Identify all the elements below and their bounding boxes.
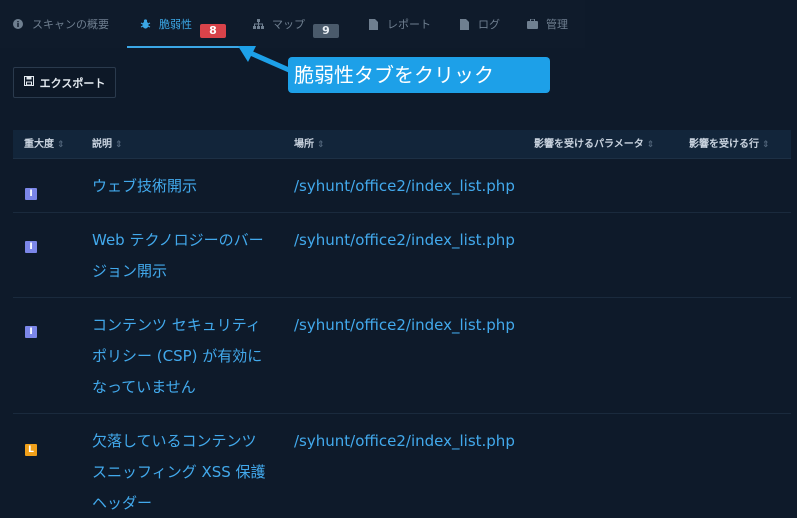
briefcase-icon <box>526 18 538 30</box>
vulnerability-count-badge: 8 <box>200 24 226 38</box>
vulnerability-location[interactable]: /syhunt/office2/index_list.php <box>294 225 515 256</box>
table-row[interactable]: L 欠落しているコンテンツ スニッフィング XSS 保護 ヘッダー /syhun… <box>13 414 791 518</box>
sort-icon: ⇕ <box>646 140 655 150</box>
severity-badge: I <box>25 326 37 338</box>
tab-bar: スキャンの概要 脆弱性 8 マップ 9 レポート ログ 管理 <box>0 0 585 48</box>
callout-arrow-icon <box>238 46 291 73</box>
vulnerability-location[interactable]: /syhunt/office2/index_list.php <box>294 426 515 457</box>
severity-badge: L <box>25 444 37 456</box>
tab-scan-overview[interactable]: スキャンの概要 <box>0 0 127 48</box>
column-header-affected-line[interactable]: 影響を受ける行 ⇕ <box>689 130 770 159</box>
vulnerability-description[interactable]: ウェブ技術開示 <box>92 171 282 202</box>
sort-icon: ⇕ <box>762 140 770 150</box>
tab-vulnerabilities[interactable]: 脆弱性 8 <box>127 0 240 48</box>
file-icon <box>367 18 379 30</box>
vulnerability-description[interactable]: コンテンツ セキュリティ ポリシー (CSP) が有効に なっていません <box>92 310 282 403</box>
callout-annotation: 脆弱性タブをクリック <box>288 57 550 93</box>
column-header-location[interactable]: 場所 ⇕ <box>294 130 325 159</box>
table-row[interactable]: I コンテンツ セキュリティ ポリシー (CSP) が有効に なっていません /… <box>13 298 791 414</box>
tab-label: 脆弱性 <box>159 18 192 31</box>
map-count-badge: 9 <box>313 24 339 38</box>
vulnerability-description[interactable]: 欠落しているコンテンツ スニッフィング XSS 保護 ヘッダー <box>92 426 282 518</box>
table-row[interactable]: I Web テクノロジーのバー ジョン開示 /syhunt/office2/in… <box>13 213 791 298</box>
table-header: 重大度 ⇕ 説明 ⇕ 場所 ⇕ 影響を受けるパラメータ ⇕ 影響を受ける行 ⇕ <box>13 130 791 159</box>
tab-label: 管理 <box>546 18 568 31</box>
bug-icon <box>139 18 151 30</box>
table-row[interactable]: I ウェブ技術開示 /syhunt/office2/index_list.php <box>13 160 791 213</box>
column-header-description[interactable]: 説明 ⇕ <box>92 130 123 159</box>
tab-log[interactable]: ログ <box>446 0 514 48</box>
tab-bar-filler <box>585 0 797 48</box>
vulnerability-location[interactable]: /syhunt/office2/index_list.php <box>294 310 515 341</box>
tab-label: マップ <box>272 18 305 31</box>
tab-label: ログ <box>478 18 500 31</box>
vulnerability-description[interactable]: Web テクノロジーのバー ジョン開示 <box>92 225 282 287</box>
severity-badge: I <box>25 241 37 253</box>
tab-management[interactable]: 管理 <box>514 0 585 48</box>
sitemap-icon <box>252 18 264 30</box>
tab-label: スキャンの概要 <box>32 18 109 31</box>
tab-label: レポート <box>387 18 431 31</box>
sort-icon: ⇕ <box>317 140 325 150</box>
severity-badge: I <box>25 188 37 200</box>
vulnerability-location[interactable]: /syhunt/office2/index_list.php <box>294 171 515 202</box>
export-button[interactable]: エクスポート <box>13 67 116 98</box>
save-icon <box>23 76 34 89</box>
file-icon <box>458 18 470 30</box>
sort-icon: ⇕ <box>57 140 65 150</box>
tab-report[interactable]: レポート <box>355 0 446 48</box>
column-header-severity[interactable]: 重大度 ⇕ <box>24 130 65 159</box>
sort-icon: ⇕ <box>115 140 123 150</box>
export-label: エクスポート <box>39 76 106 90</box>
info-circle-icon <box>12 18 24 30</box>
column-header-affected-parameter[interactable]: 影響を受けるパラメータ ⇕ <box>534 130 654 159</box>
